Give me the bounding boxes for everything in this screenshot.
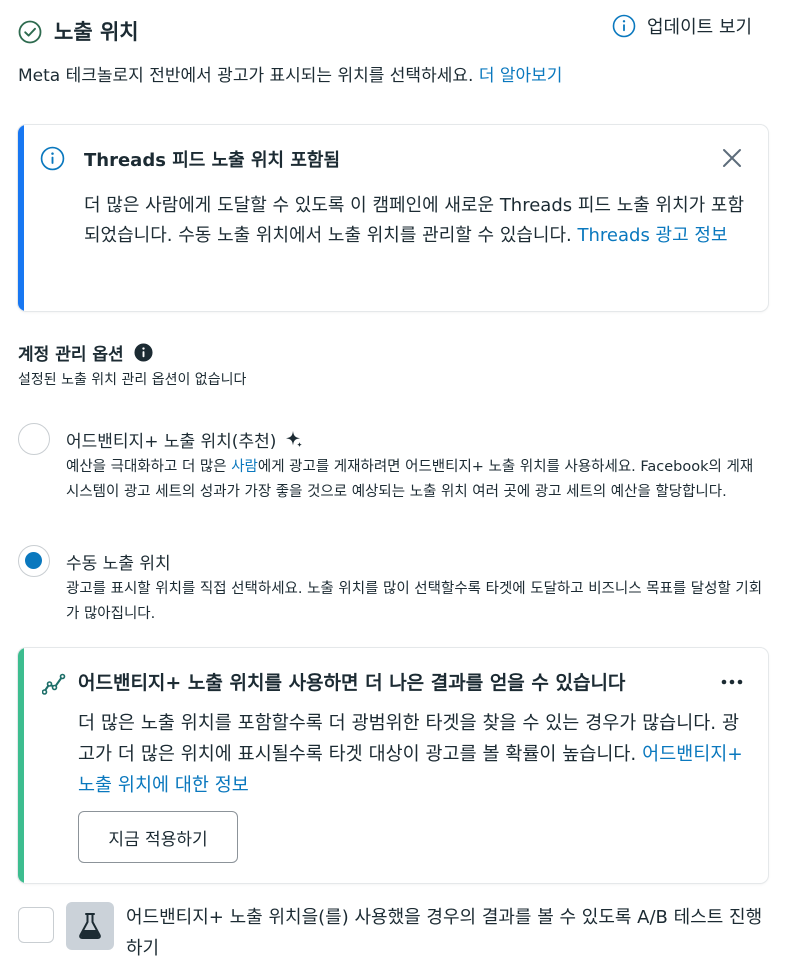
info-icon [612, 14, 636, 38]
advantage-plus-label: 어드밴티지+ 노출 위치(추천) [66, 432, 277, 452]
page-title: 노출 위치 [54, 20, 139, 44]
info-icon [40, 146, 65, 171]
flask-icon [79, 913, 101, 939]
people-link[interactable]: 사람 [231, 459, 258, 475]
threads-notice-accent [18, 125, 24, 311]
manual-placements-label[interactable]: 수동 노출 위치 [66, 549, 171, 574]
advantage-plus-radio[interactable] [18, 423, 50, 455]
threads-notice-body: 더 많은 사람에게 도달할 수 있도록 이 캠페인에 새로운 Threads 피… [84, 195, 745, 246]
ab-test-label[interactable]: 어드밴티지+ 노출 위치을(를) 사용했을 경우의 결과를 볼 수 있도록 A/… [126, 902, 776, 964]
ab-test-tile [66, 902, 114, 950]
info-filled-icon[interactable] [134, 343, 153, 362]
placements-description: Meta 테크놀로지 전반에서 광고가 표시되는 위치를 선택하세요. 더 알아… [18, 66, 563, 86]
recommendation-accent [18, 648, 24, 883]
manual-placements-description: 광고를 표시할 위치를 직접 선택하세요. 노출 위치를 많이 선택할수록 타겟… [66, 581, 763, 622]
threads-notice-card: Threads 피드 노출 위치 포함됨 더 많은 사람에게 도달할 수 있도록… [18, 125, 768, 311]
threads-ads-info-link[interactable]: Threads 광고 정보 [578, 225, 728, 246]
manual-placements-radio[interactable] [18, 545, 50, 577]
ab-test-checkbox[interactable] [18, 907, 54, 943]
recommendation-title: 어드밴티지+ 노출 위치를 사용하면 더 나은 결과를 얻을 수 있습니다 [78, 672, 626, 694]
recommendation-body: 더 많은 노출 위치를 포함할수록 더 광범위한 타겟을 찾을 수 있는 경우가… [78, 713, 743, 796]
close-icon[interactable] [720, 146, 744, 170]
sparkle-icon [286, 430, 303, 447]
recommendation-card: 어드밴티지+ 노출 위치를 사용하면 더 나은 결과를 얻을 수 있습니다 더 … [18, 648, 768, 883]
check-circle-icon [18, 20, 42, 44]
account-options-subtitle: 설정된 노출 위치 관리 옵션이 없습니다 [18, 372, 247, 388]
apply-now-button[interactable]: 지금 적용하기 [78, 811, 238, 863]
account-options-title: 계정 관리 옵션 [18, 345, 124, 365]
threads-notice-title: Threads 피드 노출 위치 포함됨 [84, 150, 341, 171]
learn-more-link[interactable]: 더 알아보기 [479, 66, 563, 86]
advantage-plus-description: 예산을 극대화하고 더 많은 사람에게 광고를 게재하려면 어드밴티지+ 노출 … [66, 459, 754, 500]
view-updates-button[interactable]: 업데이트 보기 [612, 13, 752, 39]
trend-line-icon [42, 673, 66, 695]
view-updates-label: 업데이트 보기 [647, 17, 753, 38]
radio-selected-dot [25, 552, 42, 569]
more-options-icon[interactable] [720, 672, 744, 692]
account-options-heading: 계정 관리 옵션 [18, 340, 153, 365]
advantage-plus-option[interactable]: 어드밴티지+ 노출 위치(추천) [66, 427, 304, 452]
